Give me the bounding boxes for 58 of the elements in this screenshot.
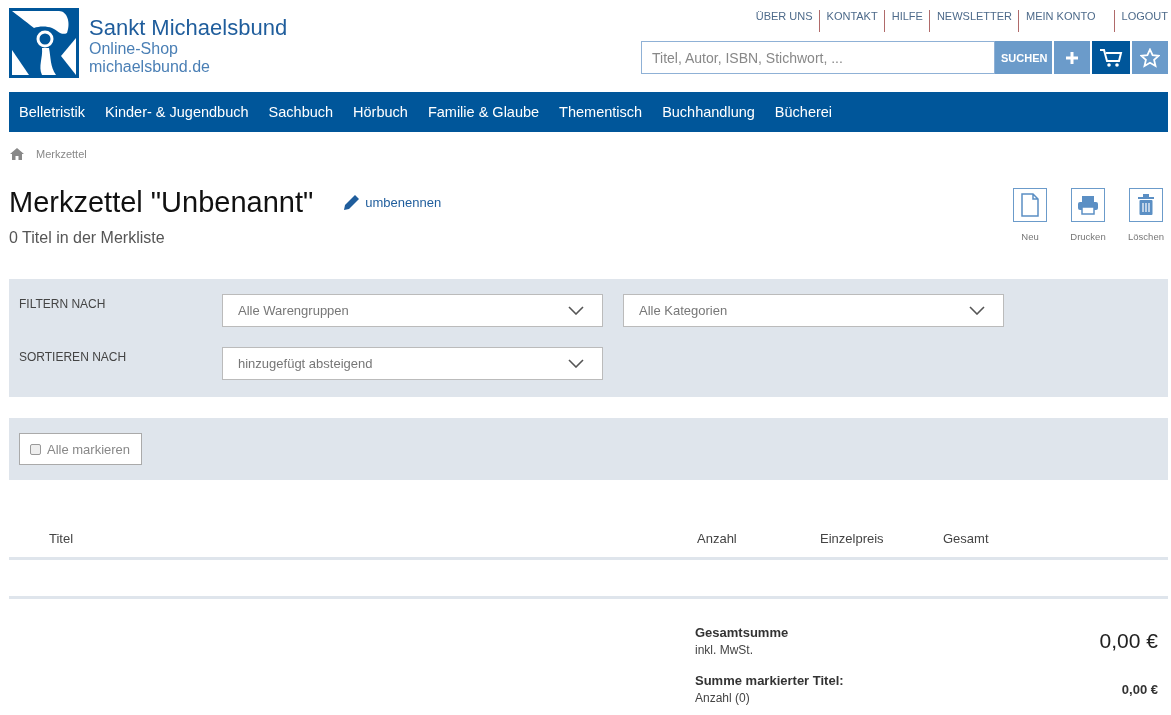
nav-link[interactable]: Belletristik — [19, 104, 86, 120]
search-field[interactable]: Titel, Autor, ISBN, Stichwort, ... — [641, 41, 995, 74]
chevron-down-icon — [568, 306, 584, 315]
logo-icon — [9, 8, 79, 78]
select-all-button[interactable]: Alle markieren — [19, 433, 143, 465]
top-link[interactable]: NEWSLETTER — [928, 10, 1019, 32]
pencil-icon — [343, 194, 361, 211]
top-link[interactable]: HILFE — [883, 10, 929, 32]
chevron-down-icon — [969, 306, 985, 315]
top-link[interactable]: KONTAKT — [818, 10, 884, 32]
total-value: 0,00 € — [1099, 629, 1158, 653]
document-icon — [1021, 193, 1039, 217]
action-button[interactable] — [1071, 188, 1105, 222]
nav-link[interactable]: Thementisch — [559, 104, 643, 120]
column-header: Titel — [49, 531, 75, 546]
action-label: Neu — [1021, 231, 1039, 242]
top-link[interactable]: ÜBER UNS — [748, 10, 819, 32]
page-title: Merkzettel "Unbenannt" — [9, 186, 314, 219]
marked-total-label: Summe markierter Titel: — [695, 673, 844, 688]
brand-subtitle: Online-Shop — [89, 40, 179, 58]
nav-link[interactable]: Kinder- & Jugendbuch — [105, 104, 249, 120]
column-header: Gesamt — [943, 531, 989, 546]
top-link[interactable]: LOGOUT — [1113, 10, 1168, 32]
trash-icon — [1137, 194, 1155, 216]
plus-icon — [1065, 50, 1079, 65]
printer-icon — [1077, 195, 1099, 215]
tax-note: inkl. MwSt. — [695, 643, 754, 657]
brand-domain: michaelsbund.de — [89, 58, 211, 76]
category-dropdown[interactable]: Alle Kategorien — [623, 294, 1004, 327]
home-icon[interactable] — [10, 148, 24, 160]
nav-link[interactable]: Bücherei — [774, 104, 833, 120]
marked-count: Anzahl (0) — [695, 691, 751, 705]
column-header: Einzelpreis — [820, 531, 885, 546]
sort-dropdown[interactable]: hinzugefügt absteigend — [222, 347, 603, 380]
marked-total-value: 0,00 € — [1121, 681, 1158, 697]
action-label: Drucken — [1070, 231, 1106, 242]
action-label: Löschen — [1128, 231, 1164, 242]
action-button[interactable] — [1129, 188, 1163, 222]
rename-link[interactable]: umbenennen — [343, 194, 442, 211]
chevron-down-icon — [568, 359, 584, 368]
star-icon — [1140, 47, 1160, 68]
filter-label: FILTERN NACH — [19, 297, 107, 311]
sort-label: SORTIEREN NACH — [19, 350, 128, 364]
total-label: Gesamtsumme — [695, 625, 789, 640]
nav-link[interactable]: Buchhandlung — [662, 104, 755, 120]
nav-link[interactable]: Sachbuch — [268, 104, 334, 120]
product-group-dropdown[interactable]: Alle Warengruppen — [222, 294, 603, 327]
nav-link[interactable]: Hörbuch — [353, 104, 408, 120]
item-count: 0 Titel in der Merkliste — [9, 229, 166, 247]
top-link[interactable]: MEIN KONTO — [1018, 10, 1102, 32]
checkbox[interactable] — [30, 443, 41, 455]
column-header: Anzahl — [697, 531, 738, 546]
brand-name: Sankt Michaelsbund — [89, 16, 288, 40]
breadcrumb-item: Merkzettel — [36, 148, 87, 160]
cart-icon — [1099, 47, 1123, 68]
action-button[interactable] — [1013, 188, 1047, 222]
cart-button[interactable] — [1092, 41, 1130, 74]
nav-link[interactable]: Familie & Glaube — [427, 104, 540, 120]
